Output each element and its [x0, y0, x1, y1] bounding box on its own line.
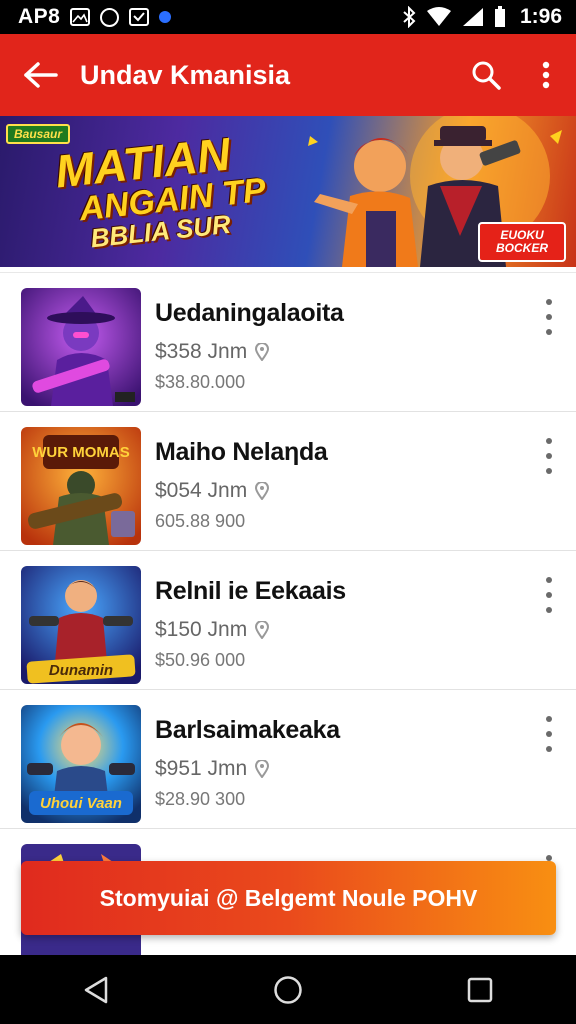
- list-item-text: Relnil ie Eekaais $150 Jnm $50.96 000: [155, 577, 516, 671]
- item-title: Barlsaimakeaka: [155, 716, 340, 744]
- more-dot-icon: [546, 746, 552, 752]
- more-dot-icon: [546, 299, 552, 305]
- item-subtitle: 605.88 900: [155, 511, 246, 531]
- carrier-label: AP8: [18, 5, 61, 28]
- more-dot-icon: [546, 731, 552, 737]
- more-dot-icon: [546, 438, 552, 444]
- location-pin-icon: [255, 621, 270, 639]
- more-dot-icon: [546, 453, 552, 459]
- inbox-icon: [129, 8, 150, 26]
- banner-corner-tag: EUOKU BOCKER: [478, 222, 566, 262]
- home-circle-icon: [274, 975, 302, 1004]
- status-bar: AP8 1:96: [0, 0, 576, 34]
- game-thumbnail-icon: [21, 288, 141, 406]
- list-item[interactable]: Dunamin Relnil ie Eekaais $150 Jnm $50.9…: [0, 550, 576, 689]
- list-item-text: Maiho Nelaηda $054 Jnm 605.88 900: [155, 438, 516, 532]
- search-icon: [472, 61, 501, 90]
- item-price-value: $054 Jnm: [155, 479, 248, 502]
- item-title: Maiho Nelaηda: [155, 438, 328, 466]
- promo-banner[interactable]: Bausaur MATIAN ANGAIN TP BBLIA SUR EUOKU…: [0, 116, 576, 267]
- status-right: 1:96: [402, 5, 562, 29]
- thumb-text: Dunamin: [49, 662, 113, 679]
- item-price-value: $951 Jmn: [155, 757, 248, 780]
- item-price-value: $358 Jnm: [155, 340, 248, 363]
- item-more-button[interactable]: [542, 299, 556, 335]
- promo-button[interactable]: Stomyuiai @ Belgemt Noule POHV: [21, 861, 556, 935]
- more-vert-icon: [542, 61, 550, 89]
- status-left: AP8: [18, 5, 172, 29]
- list-item-text: Barlsaimakeaka $951 Jmn $28.90 300: [155, 716, 516, 810]
- item-more-button[interactable]: [542, 577, 556, 613]
- back-triangle-icon: [84, 976, 108, 1003]
- location-pin-icon: [255, 482, 270, 500]
- item-title: Relnil ie Eekaais: [155, 577, 346, 605]
- back-button[interactable]: [0, 34, 80, 116]
- item-more-button[interactable]: [542, 716, 556, 752]
- item-title: Uedaningalaoita: [155, 299, 344, 327]
- list-item[interactable]: Uedaningalaoita $358 Jnm $38.80.000: [0, 272, 576, 411]
- more-dot-icon: [546, 716, 552, 722]
- more-dot-icon: [546, 577, 552, 583]
- wifi-icon: [426, 7, 451, 26]
- nav-home-button[interactable]: [253, 955, 323, 1024]
- nav-recents-button[interactable]: [445, 955, 515, 1024]
- bluetooth-icon: [403, 6, 416, 28]
- item-price: $358 Jnm: [155, 340, 516, 364]
- overflow-menu-button[interactable]: [516, 34, 576, 116]
- image-icon: [70, 8, 91, 26]
- list-item-text: Uedaningalaoita $358 Jnm $38.80.000: [155, 299, 516, 393]
- item-price: $951 Jmn: [155, 757, 516, 781]
- battery-icon: [494, 6, 505, 27]
- system-nav-bar: [0, 955, 576, 1024]
- location-pin-icon: [255, 760, 270, 778]
- item-subtitle: $28.90 300: [155, 789, 246, 809]
- signal-icon: [462, 8, 483, 26]
- camera-icon: [100, 7, 120, 27]
- clock: 1:96: [519, 5, 562, 28]
- nav-back-button[interactable]: [61, 955, 131, 1024]
- list-item[interactable]: WUR MOMAS Maiho Nelaηda $054 Jnm 605.88 …: [0, 411, 576, 550]
- more-dot-icon: [546, 468, 552, 474]
- notification-dot-icon: [159, 11, 172, 23]
- item-more-button[interactable]: [542, 438, 556, 474]
- item-price: $150 Jnm: [155, 618, 516, 642]
- list-item[interactable]: Uhoui Vaan Barlsaimakeaka $951 Jmn $28.9…: [0, 689, 576, 828]
- search-button[interactable]: [456, 34, 516, 116]
- game-thumbnail-icon: Uhoui Vaan: [21, 705, 141, 823]
- more-dot-icon: [546, 607, 552, 613]
- back-arrow-icon: [24, 62, 58, 88]
- game-thumbnail-icon: WUR MOMAS: [21, 427, 141, 545]
- item-price: $054 Jnm: [155, 479, 516, 503]
- banner-badge: Bausaur: [6, 124, 71, 144]
- page-title: Undav Kmanisia: [80, 59, 291, 90]
- banner-headline: MATIAN ANGAIN TP BBLIA SUR: [53, 124, 303, 255]
- item-subtitle: $38.80.000: [155, 372, 246, 392]
- more-dot-icon: [546, 592, 552, 598]
- location-pin-icon: [255, 343, 270, 361]
- more-dot-icon: [546, 314, 552, 320]
- game-thumbnail-icon: Dunamin: [21, 566, 141, 684]
- item-subtitle: $50.96 000: [155, 650, 246, 670]
- thumb-text: WUR MOMAS: [32, 444, 130, 461]
- thumb-text: Uhoui Vaan: [40, 795, 122, 812]
- app-bar: Undav Kmanisia: [0, 34, 576, 116]
- more-dot-icon: [546, 329, 552, 335]
- item-price-value: $150 Jnm: [155, 618, 248, 641]
- recents-square-icon: [467, 977, 493, 1002]
